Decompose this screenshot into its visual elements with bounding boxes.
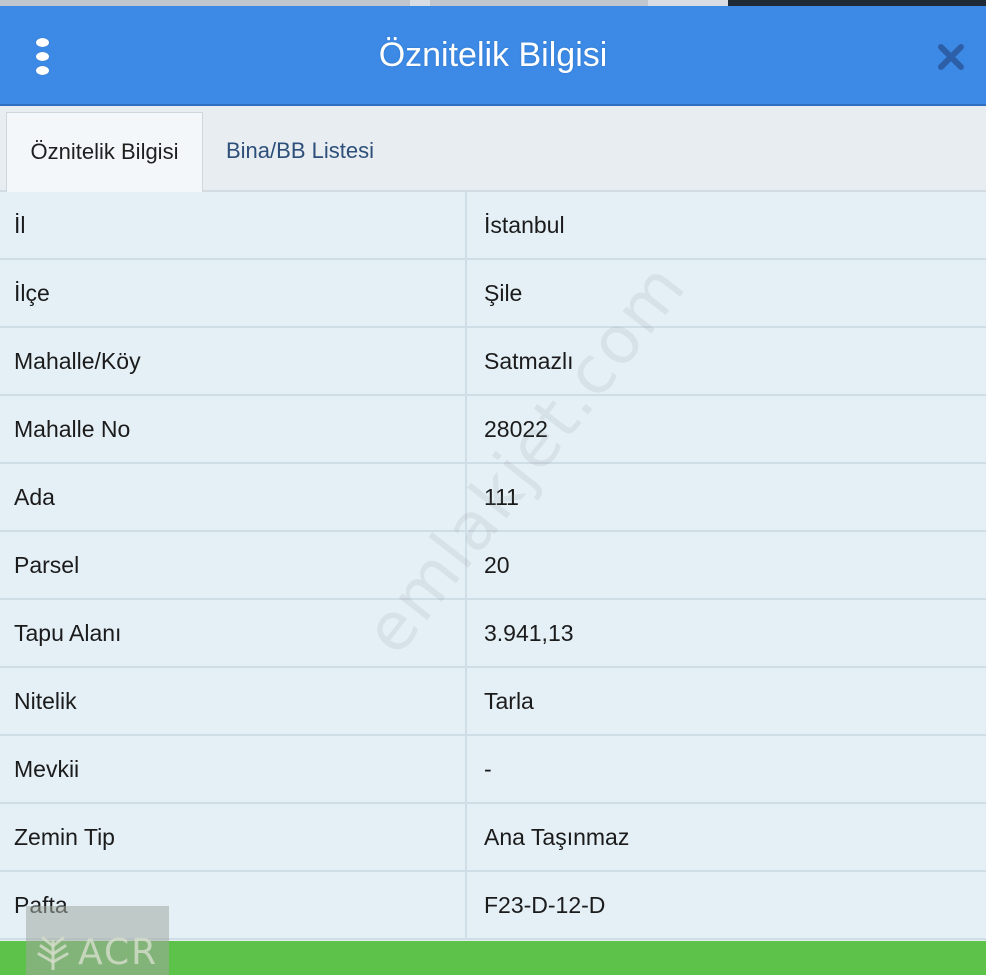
table-row: Tapu Alanı 3.941,13 xyxy=(0,600,986,668)
row-label: Zemin Tip xyxy=(14,824,115,850)
dialog-title: Öznitelik Bilgisi xyxy=(378,36,608,74)
column-divider xyxy=(465,532,467,598)
row-label: Parsel xyxy=(14,552,80,578)
column-divider xyxy=(465,192,467,258)
menu-button[interactable] xyxy=(28,38,60,78)
table-row: Ada 111 xyxy=(0,464,986,532)
tab-bar: Öznitelik Bilgisi Bina/BB Listesi xyxy=(0,106,986,192)
row-label: Mevkii xyxy=(14,756,80,782)
row-value: Ana Taşınmaz xyxy=(484,824,630,850)
acr-logo: ACR xyxy=(26,906,169,975)
column-divider xyxy=(465,464,467,530)
row-label: Nitelik xyxy=(14,688,77,714)
close-icon xyxy=(938,44,964,70)
table-row: Zemin Tip Ana Taşınmaz xyxy=(0,804,986,872)
column-divider xyxy=(465,736,467,802)
column-divider xyxy=(465,872,467,938)
table-row: Mahalle/Köy Satmazlı xyxy=(0,328,986,396)
row-value: - xyxy=(484,756,492,782)
row-value: 3.941,13 xyxy=(484,620,574,646)
tab-oznitelik-bilgisi[interactable]: Öznitelik Bilgisi xyxy=(6,112,203,192)
row-label: İlçe xyxy=(14,280,50,306)
row-value: 28022 xyxy=(484,416,548,442)
wheat-icon xyxy=(37,936,69,970)
row-value: Tarla xyxy=(484,688,534,714)
column-divider xyxy=(465,804,467,870)
table-row: Nitelik Tarla xyxy=(0,668,986,736)
row-label: Mahalle/Köy xyxy=(14,348,141,374)
column-divider xyxy=(465,668,467,734)
row-value: Şile xyxy=(484,280,523,306)
table-row: İl İstanbul xyxy=(0,192,986,260)
row-label: Tapu Alanı xyxy=(14,620,122,646)
row-value: F23-D-12-D xyxy=(484,892,606,918)
column-divider xyxy=(465,328,467,394)
column-divider xyxy=(465,600,467,666)
row-value: 20 xyxy=(484,552,510,578)
column-divider xyxy=(465,260,467,326)
row-label: Ada xyxy=(14,484,55,510)
table-row: Mahalle No 28022 xyxy=(0,396,986,464)
row-value: Satmazlı xyxy=(484,348,574,374)
row-label: İl xyxy=(14,212,26,238)
table-row: Mevkii - xyxy=(0,736,986,804)
attribute-table: İl İstanbul İlçe Şile Mahalle/Köy Satmaz… xyxy=(0,192,986,940)
table-row: Parsel 20 xyxy=(0,532,986,600)
logo-text: ACR xyxy=(78,932,159,973)
tab-bina-bb-listesi[interactable]: Bina/BB Listesi xyxy=(226,112,446,190)
row-value: 111 xyxy=(484,484,519,510)
column-divider xyxy=(465,396,467,462)
table-row: İlçe Şile xyxy=(0,260,986,328)
dialog-header: Öznitelik Bilgisi xyxy=(0,6,986,106)
row-label: Mahalle No xyxy=(14,416,131,442)
row-value: İstanbul xyxy=(484,212,565,238)
close-button[interactable] xyxy=(934,40,968,74)
